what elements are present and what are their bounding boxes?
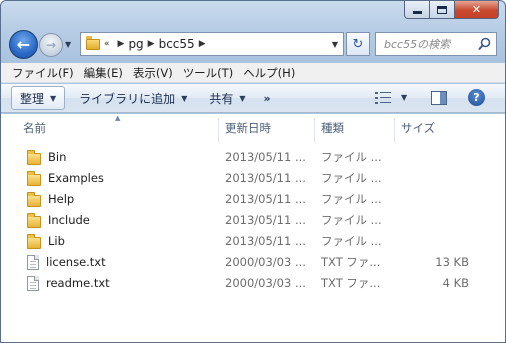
menu-bar: ファイル(F) 編集(E) 表示(V) ツール(T) ヘルプ(H) bbox=[1, 63, 505, 83]
search-input[interactable] bbox=[384, 37, 482, 51]
list-item[interactable]: readme.txt 2000/03/03 ... TXT ファ... 4 KB bbox=[17, 273, 487, 294]
item-date: 2000/03/03 ... bbox=[225, 255, 306, 269]
list-item[interactable]: Lib 2013/05/11 ... ファイル ... bbox=[17, 231, 487, 252]
back-arrow-icon: ← bbox=[16, 35, 31, 54]
item-date: 2013/05/11 ... bbox=[225, 234, 306, 248]
add-to-library-label: ライブラリに追加 bbox=[79, 91, 176, 106]
navigation-bar: ← → ▼ « ▶ pg ▶ bcc55 ▶ ▼ ↻ bbox=[1, 28, 505, 62]
organize-button[interactable]: 整理 ▼ bbox=[11, 86, 66, 110]
list-item[interactable]: license.txt 2000/03/03 ... TXT ファ... 13 … bbox=[17, 252, 487, 273]
menu-help[interactable]: ヘルプ(H) bbox=[238, 65, 300, 81]
text-file-icon bbox=[27, 276, 39, 291]
preview-pane-icon[interactable] bbox=[431, 91, 447, 105]
list-item[interactable]: Help 2013/05/11 ... ファイル ... bbox=[17, 189, 487, 210]
share-button[interactable]: 共有 ▼ bbox=[201, 86, 253, 110]
folder-icon bbox=[27, 191, 41, 207]
minimize-icon bbox=[412, 11, 422, 14]
chevron-down-icon: ▼ bbox=[239, 93, 246, 103]
menu-edit[interactable]: 編集(E) bbox=[79, 65, 128, 81]
help-icon[interactable]: ? bbox=[468, 89, 485, 106]
maximize-icon bbox=[437, 5, 447, 14]
column-header-type[interactable]: 種類 bbox=[315, 118, 395, 142]
text-file-icon bbox=[27, 255, 39, 270]
close-button[interactable]: ✕ bbox=[455, 1, 499, 19]
address-bar[interactable]: « ▶ pg ▶ bcc55 ▶ ▼ bbox=[80, 32, 344, 56]
item-date: 2013/05/11 ... bbox=[225, 192, 306, 206]
item-name: license.txt bbox=[46, 255, 106, 269]
item-name: Examples bbox=[48, 171, 104, 185]
breadcrumb-overflow[interactable]: « bbox=[104, 39, 110, 49]
item-size: 13 KB bbox=[435, 255, 469, 269]
item-type: TXT ファ... bbox=[321, 276, 381, 290]
close-icon: ✕ bbox=[471, 3, 482, 16]
column-header-date[interactable]: 更新日時 bbox=[219, 118, 315, 142]
address-dropdown-icon[interactable]: ▼ bbox=[332, 40, 338, 49]
item-name: Help bbox=[48, 192, 75, 206]
item-size bbox=[401, 231, 469, 252]
item-type: ファイル ... bbox=[321, 192, 382, 206]
item-name: Bin bbox=[48, 150, 67, 164]
item-type: ファイル ... bbox=[321, 150, 382, 164]
share-label: 共有 bbox=[209, 91, 234, 106]
refresh-icon: ↻ bbox=[352, 36, 364, 52]
maximize-button[interactable] bbox=[430, 1, 455, 19]
caption-buttons: ✕ bbox=[404, 1, 499, 20]
explorer-window: ✕ ← → ▼ « ▶ pg ▶ bcc55 ▶ ▼ ↻ ファイル(F) 編集(… bbox=[0, 0, 506, 343]
item-size bbox=[401, 147, 469, 168]
command-bar: 整理 ▼ ライブラリに追加 ▼ 共有 ▼ » ▼ ? bbox=[1, 84, 505, 113]
file-list: ▲ 名前 更新日時 種類 サイズ Bin 2013/05/11 ... ファイル… bbox=[1, 114, 505, 342]
breadcrumb-pg[interactable]: pg bbox=[128, 37, 143, 51]
item-type: ファイル ... bbox=[321, 213, 382, 227]
chevron-down-icon: ▼ bbox=[50, 93, 57, 103]
folder-icon bbox=[27, 149, 41, 165]
column-header-size[interactable]: サイズ bbox=[395, 118, 475, 142]
folder-icon bbox=[27, 233, 41, 249]
item-type: TXT ファ... bbox=[321, 255, 381, 269]
item-date: 2000/03/03 ... bbox=[225, 276, 306, 290]
item-name: Include bbox=[48, 213, 90, 227]
item-date: 2013/05/11 ... bbox=[225, 150, 306, 164]
breadcrumb-bcc55[interactable]: bcc55 bbox=[159, 37, 195, 51]
add-to-library-button[interactable]: ライブラリに追加 ▼ bbox=[71, 86, 195, 110]
item-type: ファイル ... bbox=[321, 234, 382, 248]
change-view-icon[interactable] bbox=[375, 91, 391, 105]
forward-button[interactable]: → bbox=[39, 33, 63, 57]
breadcrumb-separator-icon[interactable]: ▶ bbox=[118, 39, 125, 49]
more-commands-button[interactable]: » bbox=[256, 86, 279, 110]
list-item[interactable]: Examples 2013/05/11 ... ファイル ... bbox=[17, 168, 487, 189]
item-size: 4 KB bbox=[442, 276, 469, 290]
recent-pages-dropdown[interactable]: ▼ bbox=[65, 40, 71, 49]
item-name: readme.txt bbox=[46, 276, 110, 290]
item-name: Lib bbox=[48, 234, 65, 248]
item-date: 2013/05/11 ... bbox=[225, 171, 306, 185]
column-header-name[interactable]: 名前 bbox=[17, 118, 219, 142]
menu-tools[interactable]: ツール(T) bbox=[178, 65, 239, 81]
minimize-button[interactable] bbox=[404, 1, 430, 19]
folder-icon bbox=[27, 170, 41, 186]
item-size bbox=[401, 189, 469, 210]
forward-arrow-icon: → bbox=[45, 38, 57, 52]
list-item[interactable]: Include 2013/05/11 ... ファイル ... bbox=[17, 210, 487, 231]
list-item[interactable]: Bin 2013/05/11 ... ファイル ... bbox=[17, 147, 487, 168]
menu-file[interactable]: ファイル(F) bbox=[7, 65, 79, 81]
search-box[interactable] bbox=[375, 32, 497, 56]
view-dropdown-icon[interactable]: ▼ bbox=[401, 93, 407, 102]
folder-icon bbox=[27, 212, 41, 228]
breadcrumb-separator-icon[interactable]: ▶ bbox=[199, 39, 206, 49]
item-size bbox=[401, 168, 469, 189]
organize-label: 整理 bbox=[20, 91, 45, 106]
item-type: ファイル ... bbox=[321, 171, 382, 185]
item-date: 2013/05/11 ... bbox=[225, 213, 306, 227]
refresh-button[interactable]: ↻ bbox=[346, 32, 370, 56]
chevron-down-icon: ▼ bbox=[181, 93, 188, 103]
column-headers: 名前 更新日時 種類 サイズ bbox=[17, 118, 487, 142]
back-button[interactable]: ← bbox=[9, 30, 38, 59]
folder-icon bbox=[86, 35, 100, 50]
breadcrumb-separator-icon[interactable]: ▶ bbox=[148, 39, 155, 49]
search-icon[interactable] bbox=[478, 37, 491, 51]
item-size bbox=[401, 210, 469, 231]
menu-view[interactable]: 表示(V) bbox=[128, 65, 178, 81]
